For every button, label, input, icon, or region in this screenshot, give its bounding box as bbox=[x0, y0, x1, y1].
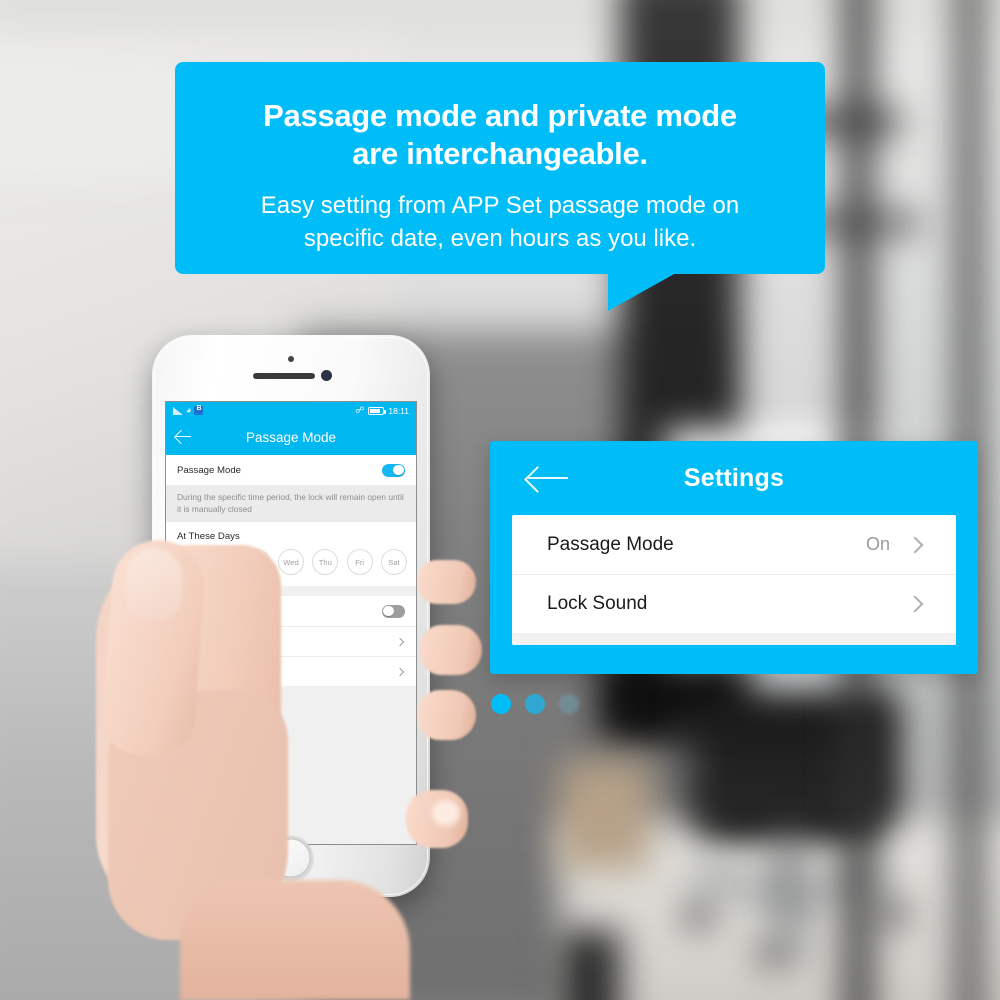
toggle-knob bbox=[383, 605, 394, 617]
chevron-right-icon bbox=[395, 637, 405, 646]
day-chip-sat[interactable]: Sat bbox=[380, 549, 407, 575]
settings-list: Passage Mode On Lock Sound bbox=[512, 515, 956, 645]
row-end-time[interactable]: End Time bbox=[166, 656, 416, 686]
subheadline-line-2: specific date, even hours as you like. bbox=[303, 225, 697, 252]
pagination-dot-1[interactable] bbox=[491, 694, 511, 714]
smartphone-mockup: ◕ ☍ 18:11 Passage Mode Passage Mode bbox=[152, 335, 430, 897]
settings-row-passage-mode[interactable]: Passage Mode On bbox=[512, 515, 956, 574]
bluetooth-icon: ☍ bbox=[355, 405, 365, 415]
day-chip-sun[interactable]: Sun bbox=[175, 549, 201, 575]
settings-row-passage-mode-value: On bbox=[865, 534, 890, 554]
settings-header: Settings bbox=[490, 441, 978, 515]
chevron-right-icon bbox=[395, 667, 405, 676]
all-hours-toggle[interactable] bbox=[382, 604, 405, 618]
background-dark-block bbox=[560, 930, 620, 1000]
passage-mode-description: During the specific time period, the loc… bbox=[166, 485, 416, 522]
row-all-hours-label: All Hours bbox=[177, 605, 216, 617]
status-bar-time: 18:11 bbox=[388, 405, 409, 416]
signal-bars-icon bbox=[173, 406, 183, 415]
status-bar-left: ◕ bbox=[173, 405, 204, 415]
screen-empty-area bbox=[166, 686, 416, 844]
settings-row-lock-sound-label: Lock Sound bbox=[547, 593, 648, 614]
background-chair-wheel bbox=[880, 900, 906, 926]
row-start-time[interactable]: Start Time bbox=[166, 626, 416, 656]
settings-row-lock-sound[interactable]: Lock Sound bbox=[512, 574, 956, 633]
chevron-right-icon bbox=[906, 536, 924, 553]
settings-back-button[interactable] bbox=[526, 465, 568, 491]
pagination-dot-3[interactable] bbox=[559, 694, 579, 714]
phone-screen: ◕ ☍ 18:11 Passage Mode Passage Mode bbox=[165, 401, 417, 845]
bluetooth-app-icon bbox=[194, 405, 204, 415]
status-bar-right: ☍ 18:11 bbox=[355, 405, 409, 416]
passage-mode-toggle[interactable] bbox=[382, 463, 405, 477]
subheadline-text: Easy setting from APP Set passage mode o… bbox=[175, 173, 825, 255]
chevron-right-icon bbox=[906, 595, 924, 613]
row-passage-mode[interactable]: Passage Mode bbox=[166, 455, 416, 485]
background-wood-panel bbox=[560, 760, 650, 870]
toggle-knob bbox=[393, 464, 404, 476]
headline-line-2: are interchangeable. bbox=[352, 136, 648, 171]
wifi-icon: ◕ bbox=[186, 405, 192, 415]
day-chip-wed[interactable]: Wed bbox=[277, 549, 304, 575]
background-chair-wheel bbox=[686, 902, 712, 928]
subheadline-line-1: Easy setting from APP Set passage mode o… bbox=[260, 192, 740, 219]
background-chair-wheel bbox=[760, 940, 786, 966]
settings-card: Settings Passage Mode On Lock Sound bbox=[490, 441, 978, 674]
background-shelf bbox=[0, 60, 180, 180]
settings-row-passage-mode-label: Passage Mode bbox=[547, 533, 674, 555]
days-section-title: At These Days bbox=[166, 522, 416, 546]
row-start-time-label: Start Time bbox=[177, 636, 221, 647]
status-bar: ◕ ☍ 18:11 bbox=[166, 402, 416, 419]
battery-icon bbox=[368, 406, 387, 415]
day-chip-thu[interactable]: Thu bbox=[312, 549, 339, 575]
row-end-time-label: End Time bbox=[177, 666, 218, 677]
callout-tail bbox=[608, 273, 676, 311]
row-passage-mode-label: Passage Mode bbox=[177, 464, 241, 476]
front-camera-icon bbox=[321, 370, 332, 381]
home-button[interactable] bbox=[269, 836, 313, 880]
day-selector: Sun Mon Tue Wed Thu Fri Sat bbox=[166, 546, 416, 586]
day-chip-fri[interactable]: Fri bbox=[346, 549, 373, 575]
pagination-dot-2[interactable] bbox=[525, 694, 545, 714]
headline-line-1: Passage mode and private mode bbox=[263, 98, 737, 133]
section-gap bbox=[166, 586, 416, 596]
day-chip-mon[interactable]: Mon bbox=[209, 549, 236, 575]
headline-callout: Passage mode and private mode are interc… bbox=[175, 62, 825, 274]
earpiece-speaker-icon bbox=[253, 373, 315, 379]
settings-list-footer bbox=[512, 633, 956, 645]
phone-app-header: Passage Mode bbox=[166, 419, 416, 455]
phone-screen-title: Passage Mode bbox=[245, 429, 337, 445]
proximity-sensor-icon bbox=[288, 356, 294, 362]
headline-text: Passage mode and private mode are interc… bbox=[175, 62, 825, 173]
row-all-hours[interactable]: All Hours bbox=[166, 596, 416, 626]
pagination-dots bbox=[491, 694, 579, 714]
day-chip-tue[interactable]: Tue bbox=[243, 549, 270, 575]
